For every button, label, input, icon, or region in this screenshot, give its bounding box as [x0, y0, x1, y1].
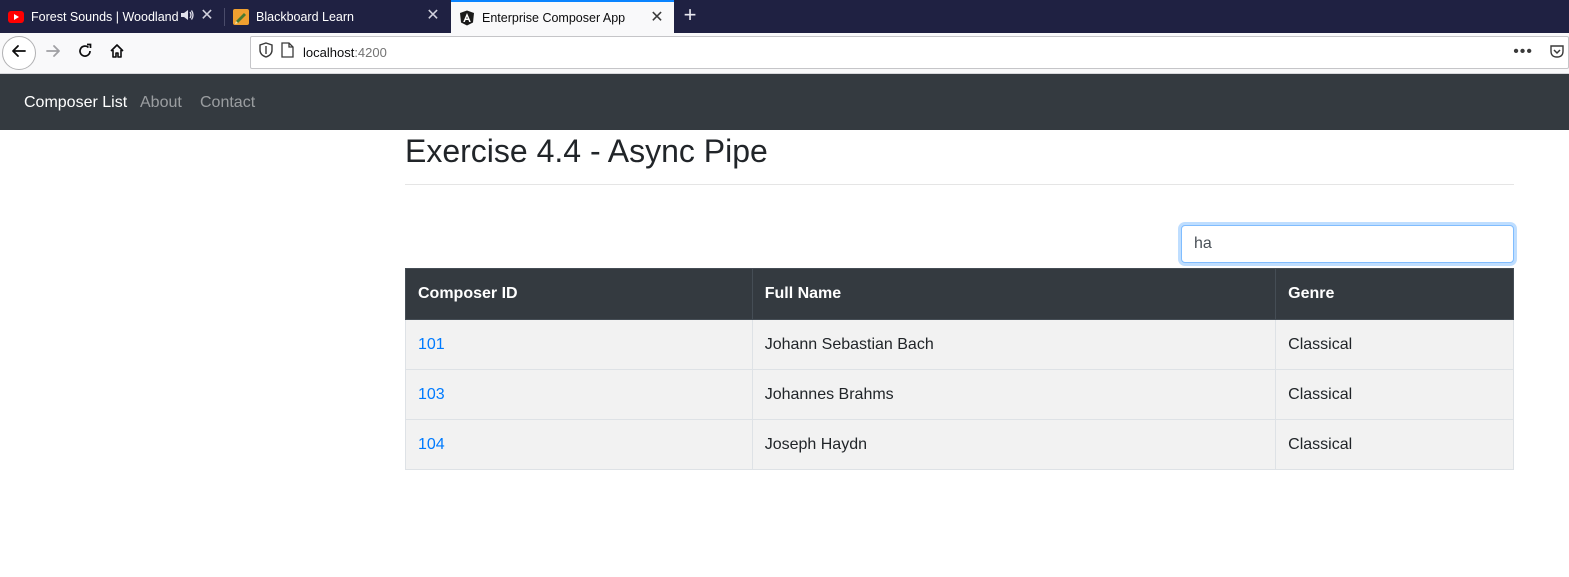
- reload-button[interactable]: [68, 36, 102, 70]
- table-row: 103 Johannes Brahms Classical: [405, 369, 1514, 420]
- back-button[interactable]: [2, 36, 36, 70]
- title-divider: [405, 184, 1514, 185]
- composer-id-link[interactable]: 103: [418, 386, 445, 403]
- home-button[interactable]: [100, 36, 134, 70]
- column-header-genre: Genre: [1275, 268, 1514, 320]
- url-port: :4200: [354, 45, 387, 60]
- table-header-row: Composer ID Full Name Genre: [405, 268, 1514, 320]
- page-icon[interactable]: [281, 42, 294, 63]
- reload-icon: [77, 43, 93, 64]
- table-row: 101 Johann Sebastian Bach Classical: [405, 319, 1514, 370]
- tab-enterprise-composer[interactable]: Enterprise Composer App ✕: [451, 0, 674, 33]
- tab-title: Blackboard Learn: [256, 9, 354, 24]
- url-host: localhost: [303, 45, 355, 60]
- cell-genre: Classical: [1275, 319, 1514, 370]
- close-tab-icon[interactable]: ✕: [200, 8, 214, 24]
- close-tab-icon[interactable]: ✕: [426, 8, 440, 24]
- url-text: localhost:4200: [303, 45, 387, 60]
- cell-composer-id: 101: [405, 319, 753, 370]
- browser-toolbar: localhost:4200 •••: [0, 33, 1569, 74]
- cell-full-name: Johannes Brahms: [751, 369, 1277, 420]
- url-bar[interactable]: localhost:4200: [250, 36, 1569, 69]
- search-input[interactable]: [1181, 225, 1514, 263]
- home-icon: [109, 43, 125, 64]
- blackboard-icon: [233, 8, 249, 25]
- angular-icon: [459, 10, 475, 26]
- youtube-icon: [8, 9, 24, 25]
- nav-composer-list[interactable]: Composer List: [24, 94, 127, 112]
- page-actions-icon[interactable]: •••: [1513, 43, 1533, 61]
- cell-genre: Classical: [1275, 369, 1514, 420]
- tab-title: Forest Sounds | Woodland A: [31, 9, 181, 24]
- cell-composer-id: 103: [405, 369, 753, 420]
- nav-about[interactable]: About: [140, 94, 182, 112]
- nav-contact[interactable]: Contact: [200, 94, 255, 112]
- column-header-composer-id: Composer ID: [405, 268, 753, 320]
- new-tab-icon[interactable]: +: [680, 4, 700, 26]
- forward-button[interactable]: [36, 36, 70, 70]
- pocket-icon[interactable]: [1549, 43, 1565, 64]
- cell-full-name: Johann Sebastian Bach: [751, 319, 1277, 370]
- close-tab-icon[interactable]: ✕: [650, 10, 664, 26]
- tab-forest-sounds[interactable]: Forest Sounds | Woodland A ✕: [0, 0, 224, 33]
- app-navbar: Composer List About Contact: [0, 74, 1569, 130]
- cell-genre: Classical: [1275, 419, 1514, 470]
- composer-id-link[interactable]: 104: [418, 436, 445, 453]
- speaker-icon[interactable]: [180, 8, 194, 25]
- column-header-full-name: Full Name: [751, 268, 1277, 320]
- composer-table: Composer ID Full Name Genre 101 Johann S…: [405, 268, 1514, 470]
- table-row: 104 Joseph Haydn Classical: [405, 419, 1514, 470]
- composer-id-link[interactable]: 101: [418, 336, 445, 353]
- tab-title: Enterprise Composer App: [482, 10, 626, 25]
- cell-full-name: Joseph Haydn: [751, 419, 1277, 470]
- forward-arrow-icon: [45, 43, 61, 64]
- cell-composer-id: 104: [405, 419, 753, 470]
- tab-blackboard[interactable]: Blackboard Learn ✕: [225, 0, 450, 33]
- browser-tab-strip: Forest Sounds | Woodland A ✕ Blackboard …: [0, 0, 1569, 33]
- back-arrow-icon: [11, 43, 27, 64]
- page-title: Exercise 4.4 - Async Pipe: [405, 133, 768, 169]
- shield-icon[interactable]: [259, 42, 273, 63]
